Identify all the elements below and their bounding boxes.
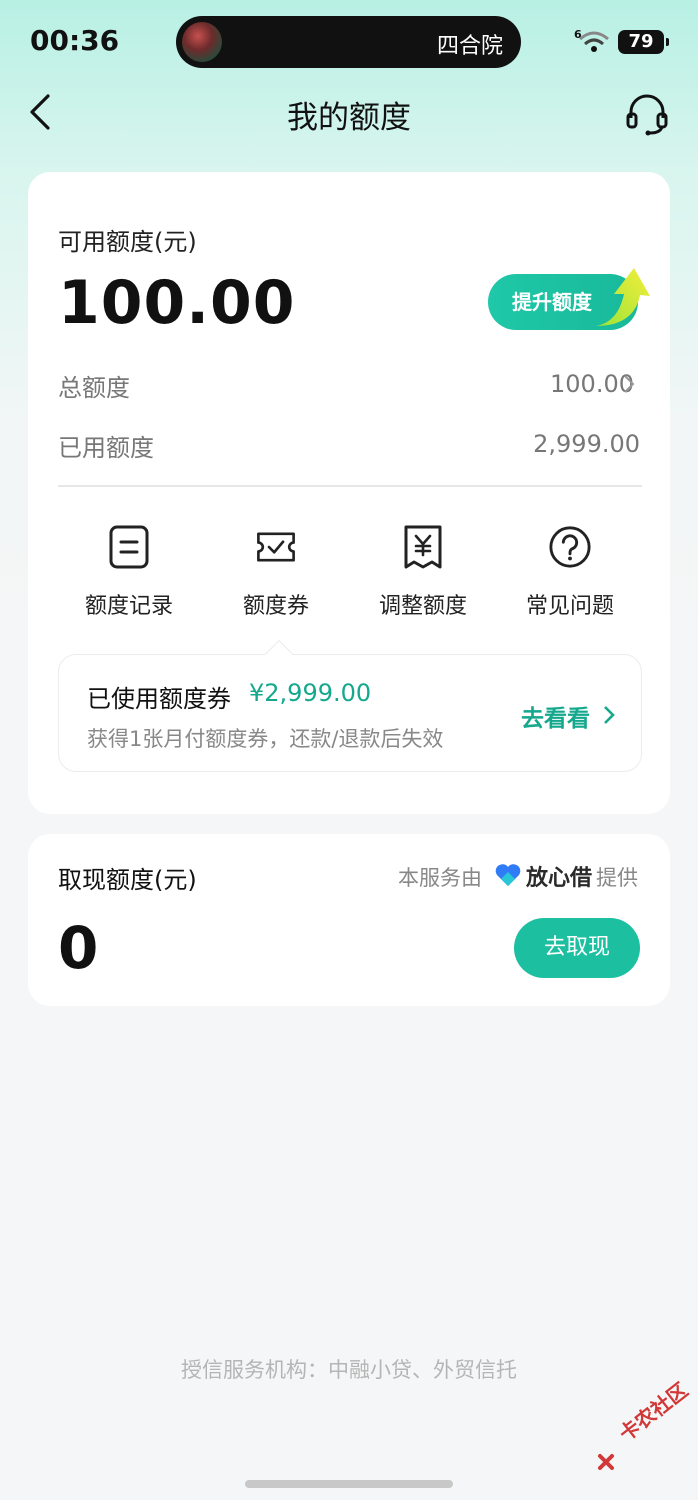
wifi-icon: 6 [574, 28, 609, 52]
yuan-receipt-icon [404, 525, 442, 569]
shortcut-credit-voucher[interactable]: 额度券 [206, 524, 346, 620]
shortcut-label: 额度券 [242, 594, 309, 619]
home-indicator[interactable] [245, 1480, 453, 1488]
chevron-right-icon[interactable] [602, 703, 616, 727]
divider [58, 485, 642, 487]
available-credit-amount: 100.00 [58, 268, 296, 338]
voucher-title: 已使用额度券 [87, 685, 231, 713]
provider-prefix: 本服务由 [398, 866, 482, 890]
shortcut-label: 常见问题 [525, 594, 614, 619]
shortcut-label: 额度记录 [84, 594, 173, 619]
available-credit-label: 可用额度(元) [58, 228, 197, 256]
voucher-description: 获得1张月付额度券，还款/退款后失效 [87, 727, 444, 751]
cash-withdrawal-card: 取现额度(元) 本服务由 放心借 提供 0 去取现 [28, 834, 670, 1006]
status-time: 00:36 [30, 24, 120, 57]
used-credit-label: 已用额度 [58, 434, 154, 462]
now-playing-thumbnail [182, 22, 222, 62]
voucher-amount: ¥2,999.00 [249, 679, 372, 707]
record-icon [109, 525, 149, 569]
ticket-icon [257, 532, 295, 562]
shortcut-label: 调整额度 [378, 594, 467, 619]
status-bar: 00:36 四合院 6 79 [0, 0, 698, 84]
dynamic-island[interactable]: 四合院 [176, 16, 521, 68]
arrow-up-icon [596, 268, 650, 326]
cash-credit-amount: 0 [58, 914, 99, 982]
battery-indicator: 79 [618, 30, 669, 54]
now-playing-title: 四合院 [436, 34, 503, 59]
provider-name: 放心借 [526, 866, 593, 891]
headset-icon[interactable] [624, 92, 670, 136]
shortcut-credit-record[interactable]: 额度记录 [59, 524, 199, 620]
shortcut-faq[interactable]: 常见问题 [500, 524, 640, 620]
total-credit-label: 总额度 [58, 374, 130, 402]
view-voucher-link[interactable]: 去看看 [521, 699, 590, 733]
cash-credit-label: 取现额度(元) [58, 866, 197, 894]
page-title: 我的额度 [287, 100, 411, 136]
question-icon [549, 526, 591, 568]
chevron-right-icon[interactable] [622, 372, 636, 396]
banner-notch [264, 639, 294, 669]
credit-institution-note: 授信服务机构：中融小贷、外贸信托 [181, 1358, 517, 1382]
heart-logo-icon [495, 864, 521, 886]
withdraw-button[interactable]: 去取现 [514, 918, 640, 978]
used-voucher-banner[interactable]: 已使用额度券 ¥2,999.00 获得1张月付额度券，还款/退款后失效 去看看 [58, 639, 642, 772]
shortcut-adjust-credit[interactable]: 调整额度 [353, 524, 493, 620]
provider-suffix: 提供 [596, 866, 638, 890]
credit-card: 可用额度(元) 100.00 提升额度 总额度 100.00 已用额度 2,99… [28, 172, 670, 814]
used-credit-value: 2,999.00 [533, 430, 640, 458]
nav-bar: 我的额度 [0, 84, 698, 140]
